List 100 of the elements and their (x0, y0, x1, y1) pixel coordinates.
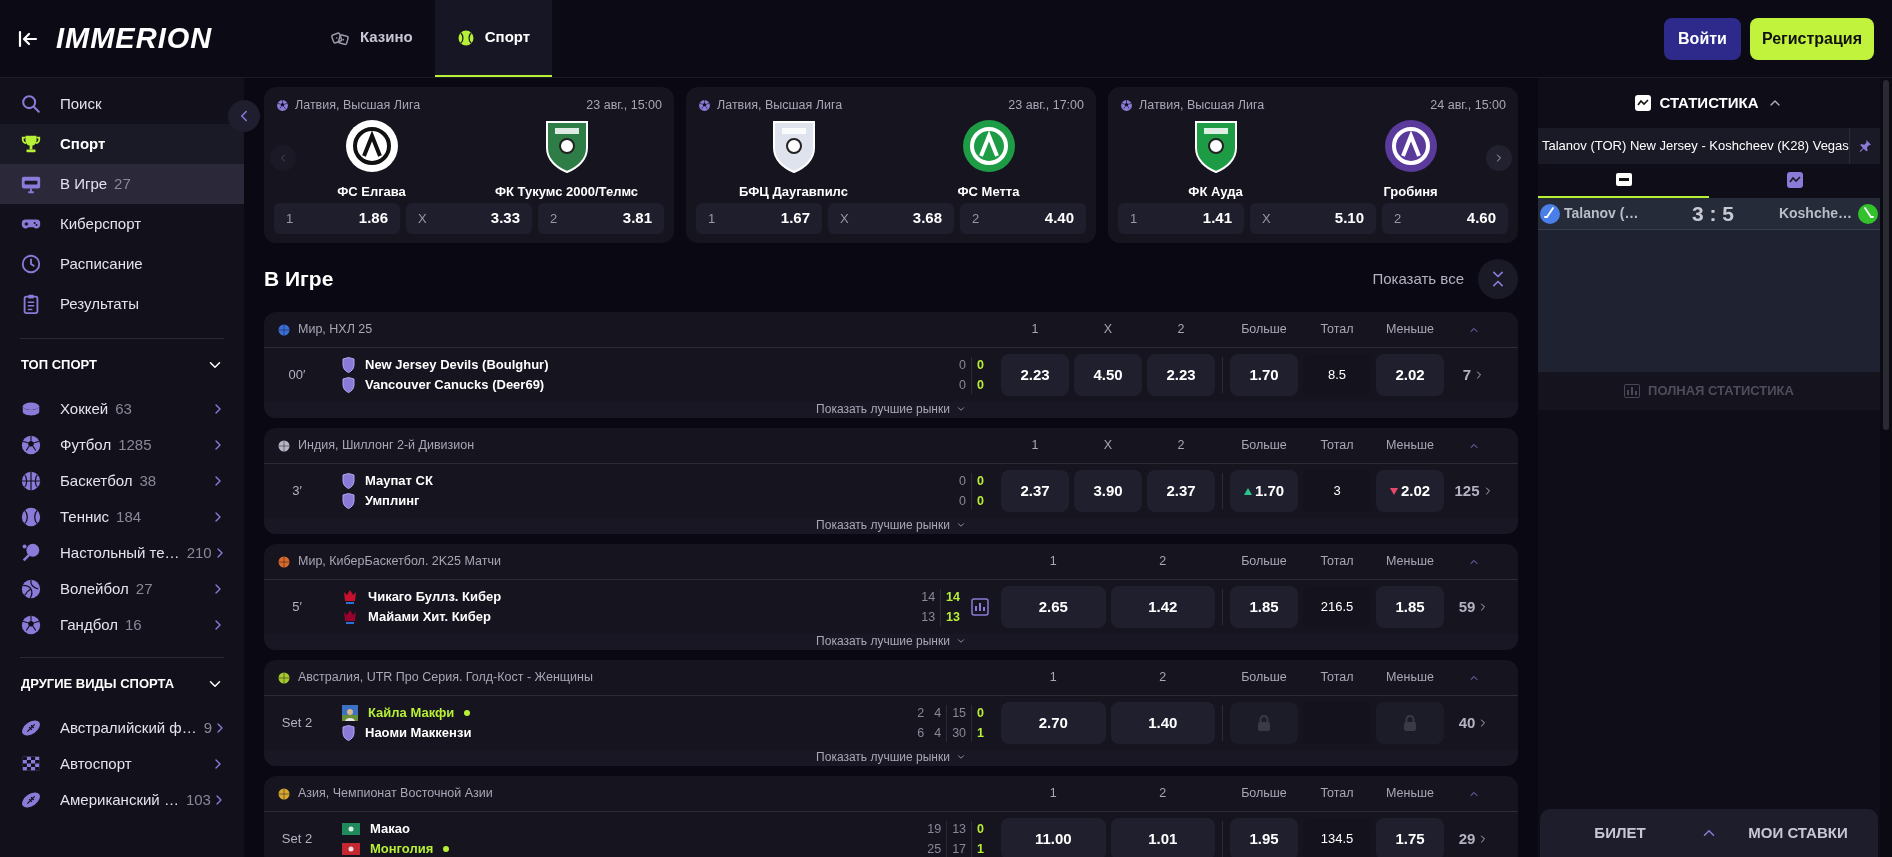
odds-button[interactable]: 1.01 (1110, 818, 1215, 857)
odds-button[interactable]: 1.85 (1376, 586, 1444, 628)
odds-button[interactable]: 2.23 (1001, 354, 1069, 396)
chart-icon (1635, 95, 1652, 111)
nav-tab[interactable]: Спорт (434, 0, 553, 77)
match-card[interactable]: Латвия, Высшая Лига 23 авг., 15:00 ФС Елгава ФК Тукумс 2000/Телмс 1 1.86 X 3.33 2 3.81 (264, 87, 674, 243)
odds-button[interactable]: X 5.10 (1250, 203, 1376, 234)
odds-button[interactable]: 2.37 (1147, 470, 1215, 512)
sport-item[interactable]: Австралийский ф… 9 (0, 710, 244, 746)
odds-button[interactable]: 1.70 (1230, 470, 1298, 512)
sidebar-item[interactable]: Спорт (0, 124, 244, 164)
locked-odds-button[interactable] (1230, 702, 1298, 744)
team-name: ФК Тукумс 2000/Телмс (494, 183, 639, 201)
more-markets-button[interactable]: 59 (1444, 595, 1504, 619)
sidebar-item[interactable]: Киберспорт (0, 204, 224, 244)
section-header[interactable]: ТОП СПОРТ (0, 345, 244, 385)
odds-button[interactable]: 2.23 (1147, 354, 1215, 396)
match-card[interactable]: Латвия, Высшая Лига 23 авг., 17:00 БФЦ Даугавпилс ФС Метта 1 1.67 X 3.68 2 4.40 (686, 87, 1096, 243)
column-header: Больше (1240, 785, 1288, 803)
more-markets-button[interactable]: 29 (1444, 827, 1504, 851)
stats-header[interactable]: СТАТИСТИКА (1538, 78, 1880, 128)
odds-button[interactable]: 1.40 (1110, 702, 1215, 744)
odds-button[interactable]: 1 1.67 (696, 203, 822, 234)
sport-item[interactable]: Автоспорт (0, 746, 244, 782)
sport-item[interactable]: Волейбол 27 (0, 571, 244, 607)
odds-button[interactable]: 2.65 (1001, 586, 1106, 628)
team-name: Кайла Макфи (368, 704, 455, 723)
odds-button[interactable]: 2.02 (1376, 354, 1444, 396)
player-name: Talanov (… (1564, 204, 1640, 223)
odds-button[interactable]: 1.42 (1110, 586, 1215, 628)
odds-value: 4.40 (1044, 208, 1074, 229)
sidebar-item[interactable]: В Игре 27 (0, 164, 244, 204)
odds-button[interactable]: 4.50 (1074, 354, 1142, 396)
collapse-button[interactable] (228, 100, 260, 132)
next-button[interactable] (1486, 145, 1512, 171)
odds-button[interactable]: 2.37 (1001, 470, 1069, 512)
locked-odds-button[interactable] (1376, 702, 1444, 744)
odds-button[interactable]: 1.85 (1230, 586, 1298, 628)
volleyball-icon (20, 578, 42, 600)
odds-button[interactable]: X 3.68 (828, 203, 954, 234)
odds-button[interactable]: 11.00 (1001, 818, 1106, 857)
logo[interactable]: IMMERION (56, 24, 254, 53)
expand-all-button[interactable] (1478, 259, 1518, 299)
my-bets-tab[interactable]: МОИ СТАВКИ (1718, 821, 1878, 845)
sport-item[interactable]: Хоккей 63 (0, 391, 244, 427)
sport-item[interactable]: Футбол 1285 (0, 427, 244, 463)
show-markets-link[interactable]: Показать лучшие рынки (816, 516, 966, 534)
match-card[interactable]: Латвия, Высшая Лига 24 авг., 15:00 ФК Ауда Гробиня 1 1.41 X 5.10 2 4.60 (1108, 87, 1518, 243)
odds-button[interactable]: 2 3.81 (538, 203, 664, 234)
show-markets-link[interactable]: Показать лучшие рынки (816, 400, 966, 418)
odds-button[interactable]: 3.90 (1074, 470, 1142, 512)
chevron-down-icon (955, 404, 966, 414)
more-markets-button[interactable]: 40 (1444, 711, 1504, 735)
chevron-down-icon (955, 636, 966, 646)
match-time: Set 2 (280, 830, 314, 849)
nav-tab[interactable]: Казино (308, 0, 435, 77)
odds-value: 1.41 (1202, 208, 1232, 229)
sidebar-item[interactable]: Результаты (0, 284, 224, 324)
odds-button[interactable]: 1.75 (1376, 818, 1444, 857)
score: 0 (977, 820, 984, 838)
search-icon (20, 93, 42, 115)
odds-button[interactable]: X 3.33 (406, 203, 532, 234)
odds-button[interactable]: 2 4.40 (960, 203, 1086, 234)
odds-button[interactable]: 2.02 (1376, 470, 1444, 512)
sport-item[interactable]: Гандбол 16 (0, 607, 244, 643)
match-time: 24 авг., 15:00 (1430, 96, 1506, 114)
score: 13 (952, 820, 967, 838)
odds-button[interactable]: 1.95 (1230, 818, 1298, 857)
odds-button[interactable]: 1 1.41 (1118, 203, 1244, 234)
scrollbar-thumb[interactable] (1883, 80, 1889, 430)
register-button[interactable]: Регистрация (1749, 17, 1874, 60)
show-markets-link[interactable]: Показать лучшие рынки (816, 632, 966, 650)
match-time: 23 авг., 17:00 (1008, 96, 1084, 114)
ticket-tab[interactable]: БИЛЕТ (1540, 821, 1700, 845)
section-header[interactable]: ДРУГИЕ ВИДЫ СПОРТА (0, 664, 244, 704)
show-markets-link[interactable]: Показать лучшие рынки (816, 748, 966, 766)
stats-icon[interactable] (971, 598, 989, 616)
odds-button[interactable]: 1.70 (1230, 354, 1298, 396)
column-header: 2 (1158, 669, 1168, 687)
login-button[interactable]: Войти (1664, 17, 1741, 60)
show-all-link[interactable]: Показать все (1372, 267, 1464, 291)
sidebar-item[interactable]: Поиск (0, 84, 224, 124)
live-icon (1614, 172, 1633, 188)
sport-item[interactable]: Американский … 103 (0, 782, 244, 818)
more-markets-button[interactable]: 7 (1444, 363, 1504, 387)
more-markets-button[interactable]: 125 (1444, 479, 1504, 503)
odds-label: X (1262, 209, 1271, 228)
column-header: Тотал (1319, 437, 1355, 455)
odds-button[interactable]: 2.70 (1001, 702, 1106, 744)
odds-button[interactable]: 2 4.60 (1382, 203, 1508, 234)
sidebar-item[interactable]: Расписание (0, 244, 224, 284)
score: 13 (921, 608, 936, 626)
column-header: Меньше (1385, 669, 1435, 687)
ball-icon (456, 28, 475, 47)
chevron-down-icon (955, 520, 966, 530)
sport-item[interactable]: Баскетбол 38 (0, 463, 244, 499)
sport-item[interactable]: Настольный те… 210 (0, 535, 244, 571)
odds-button[interactable]: 1 1.86 (274, 203, 400, 234)
sport-item[interactable]: Теннис 184 (0, 499, 244, 535)
column-header: 1 (1048, 785, 1058, 803)
